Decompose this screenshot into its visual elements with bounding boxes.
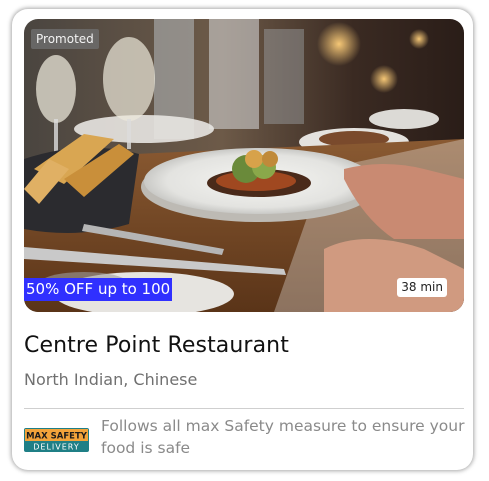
safety-badge-line2: DELIVERY xyxy=(33,443,80,452)
divider xyxy=(24,408,464,409)
restaurant-photo[interactable]: Promoted 50% OFF up to 100 38 min xyxy=(24,19,464,312)
restaurant-card[interactable]: Promoted 50% OFF up to 100 38 min Centre… xyxy=(12,9,473,470)
offer-badge: 50% OFF up to 100 xyxy=(24,278,173,301)
restaurant-name[interactable]: Centre Point Restaurant xyxy=(24,331,289,361)
cuisine-list: North Indian, Chinese xyxy=(24,370,198,389)
delivery-time-badge: 38 min xyxy=(397,278,447,297)
safety-message: Follows all max Safety measure to ensure… xyxy=(101,417,465,457)
safety-badge-line1: MAX SAFETY xyxy=(26,432,88,442)
promoted-badge: Promoted xyxy=(31,29,99,49)
restaurant-photo-image xyxy=(24,19,464,312)
max-safety-badge-icon: MAX SAFETY DELIVERY xyxy=(24,428,89,452)
